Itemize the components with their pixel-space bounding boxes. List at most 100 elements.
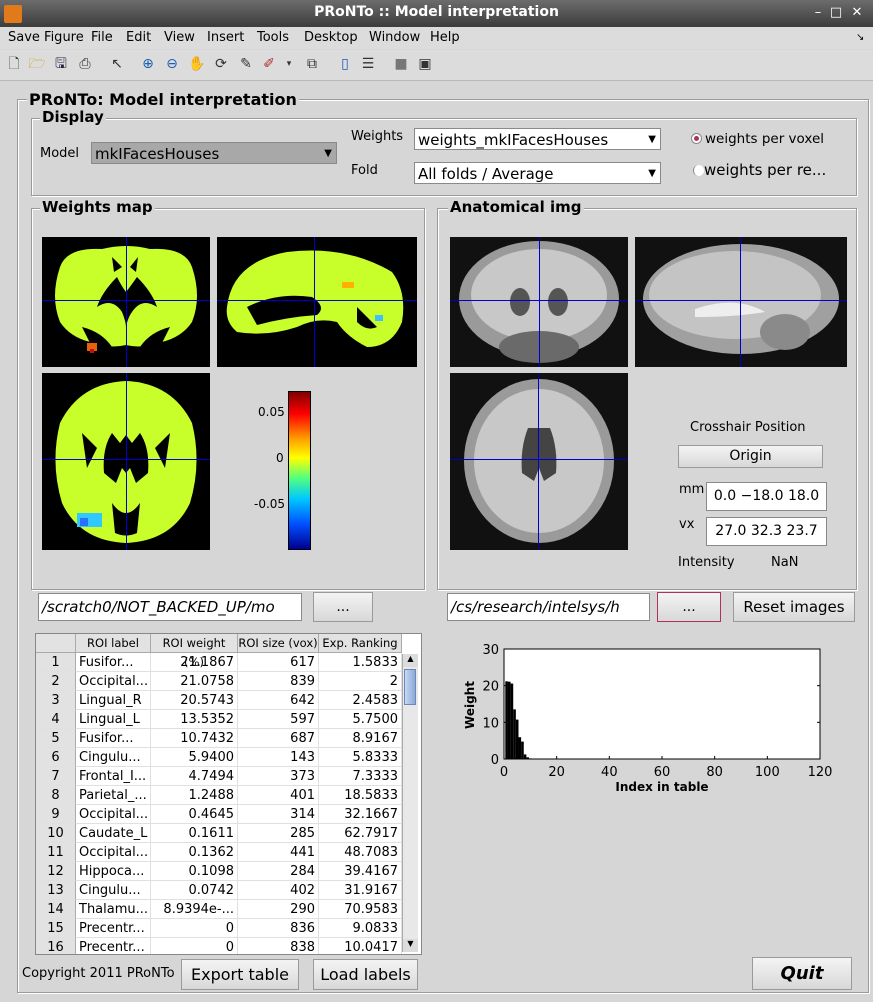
cell-exp-ranking[interactable]: 70.9583 <box>319 900 402 919</box>
cell-roi-label[interactable]: Lingual_L <box>76 710 151 729</box>
table-row[interactable]: 16 Precentr... 0 838 10.0417 <box>36 938 402 954</box>
origin-button[interactable]: Origin <box>678 445 823 468</box>
legend-icon[interactable]: ☰ <box>359 55 377 73</box>
rotate-icon[interactable]: ⟳ <box>212 55 230 73</box>
cell-roi-size[interactable]: 373 <box>238 767 319 786</box>
table-row[interactable]: 6 Cingulu... 5.9400 143 5.8333 <box>36 748 402 767</box>
cell-roi-size[interactable]: 836 <box>238 919 319 938</box>
table-row[interactable]: 14 Thalamu... 8.9394e-... 290 70.9583 <box>36 900 402 919</box>
weights-axial-image[interactable] <box>42 373 210 550</box>
cell-roi-size[interactable]: 441 <box>238 843 319 862</box>
scroll-thumb[interactable] <box>404 669 416 705</box>
cell-exp-ranking[interactable]: 31.9167 <box>319 881 402 900</box>
anat-axial-image[interactable] <box>450 373 628 550</box>
row-number[interactable]: 9 <box>36 805 76 824</box>
cell-roi-weight[interactable]: 5.9400 <box>151 748 238 767</box>
row-number[interactable]: 6 <box>36 748 76 767</box>
row-number[interactable]: 10 <box>36 824 76 843</box>
table-row[interactable]: 11 Occipital... 0.1362 441 48.7083 <box>36 843 402 862</box>
scroll-down-icon[interactable]: ▼ <box>403 939 418 952</box>
cell-roi-label[interactable]: Occipital... <box>76 843 151 862</box>
row-number[interactable]: 2 <box>36 672 76 691</box>
cell-roi-size[interactable]: 401 <box>238 786 319 805</box>
row-number[interactable]: 15 <box>36 919 76 938</box>
cell-roi-size[interactable]: 642 <box>238 691 319 710</box>
menu-edit[interactable]: Edit <box>126 30 151 45</box>
cell-roi-label[interactable]: Precentr... <box>76 938 151 954</box>
new-figure-icon[interactable]: 🗋 <box>5 55 23 73</box>
weights-select[interactable]: weights_mkIFacesHouses ▼ <box>414 128 661 150</box>
cell-roi-weight[interactable]: 0 <box>151 938 238 954</box>
table-row[interactable]: 12 Hippoca... 0.1098 284 39.4167 <box>36 862 402 881</box>
cell-roi-label[interactable]: Hippoca... <box>76 862 151 881</box>
table-row[interactable]: 3 Lingual_R 20.5743 642 2.4583 <box>36 691 402 710</box>
cell-exp-ranking[interactable]: 5.8333 <box>319 748 402 767</box>
menu-tools[interactable]: Tools <box>257 30 289 45</box>
anat-sagittal-image[interactable] <box>635 237 847 367</box>
cell-roi-weight[interactable]: 1.2488 <box>151 786 238 805</box>
cell-roi-size[interactable]: 290 <box>238 900 319 919</box>
table-scrollbar[interactable]: ▲ ▼ <box>402 654 418 952</box>
fold-select[interactable]: All folds / Average ▼ <box>414 162 661 184</box>
colorbar-icon[interactable]: ▯ <box>336 55 354 73</box>
radio-weights-per-voxel[interactable] <box>691 133 702 144</box>
row-number[interactable]: 8 <box>36 786 76 805</box>
load-labels-button[interactable]: Load labels <box>313 959 418 990</box>
cell-roi-size[interactable]: 143 <box>238 748 319 767</box>
table-row[interactable]: 10 Caudate_L 0.1611 285 62.7917 <box>36 824 402 843</box>
brush-dropdown-icon[interactable]: ▾ <box>280 55 298 73</box>
cell-roi-size[interactable]: 285 <box>238 824 319 843</box>
cell-roi-size[interactable]: 402 <box>238 881 319 900</box>
cell-roi-label[interactable]: Fusifor... <box>76 653 151 672</box>
table-row[interactable]: 1 Fusifor... 21.1867 617 1.5833 <box>36 653 402 672</box>
cell-roi-weight[interactable]: 0.1611 <box>151 824 238 843</box>
weights-sagittal-image[interactable] <box>217 237 417 367</box>
radio-weights-per-region[interactable] <box>693 165 704 176</box>
cell-roi-weight[interactable]: 8.9394e-... <box>151 900 238 919</box>
cell-roi-label[interactable]: Precentr... <box>76 919 151 938</box>
show-plot-tools-icon[interactable]: ▣ <box>416 55 434 73</box>
menu-desktop[interactable]: Desktop <box>304 30 358 45</box>
hide-plot-tools-icon[interactable]: ■ <box>392 55 410 73</box>
cell-roi-label[interactable]: Frontal_I... <box>76 767 151 786</box>
cell-roi-weight[interactable]: 13.5352 <box>151 710 238 729</box>
table-row[interactable]: 13 Cingulu... 0.0742 402 31.9167 <box>36 881 402 900</box>
cell-exp-ranking[interactable]: 1.5833 <box>319 653 402 672</box>
menu-view[interactable]: View <box>164 30 195 45</box>
save-icon[interactable]: 🖫 <box>52 55 70 73</box>
row-number[interactable]: 3 <box>36 691 76 710</box>
cell-roi-weight[interactable]: 4.7494 <box>151 767 238 786</box>
weights-coronal-image[interactable] <box>42 237 210 367</box>
menu-window[interactable]: Window <box>369 30 420 45</box>
cell-roi-size[interactable]: 838 <box>238 938 319 954</box>
header-roi-label[interactable]: ROI label <box>76 634 151 653</box>
pan-icon[interactable]: ✋ <box>188 55 206 73</box>
mm-field[interactable]: 0.0 −18.0 18.0 <box>706 482 827 511</box>
weights-browse-button[interactable]: ... <box>313 592 373 622</box>
row-number[interactable]: 1 <box>36 653 76 672</box>
cell-roi-label[interactable]: Parietal_... <box>76 786 151 805</box>
maximize-icon[interactable]: □ <box>826 4 846 22</box>
cell-roi-size[interactable]: 687 <box>238 729 319 748</box>
row-number[interactable]: 11 <box>36 843 76 862</box>
zoom-out-icon[interactable]: ⊖ <box>163 55 181 73</box>
menu-file[interactable]: File <box>91 30 113 45</box>
cell-roi-label[interactable]: Fusifor... <box>76 729 151 748</box>
data-cursor-icon[interactable]: ✎ <box>237 55 255 73</box>
cell-roi-weight[interactable]: 0.4645 <box>151 805 238 824</box>
menu-help[interactable]: Help <box>430 30 460 45</box>
row-number[interactable]: 14 <box>36 900 76 919</box>
cell-exp-ranking[interactable]: 5.7500 <box>319 710 402 729</box>
cell-exp-ranking[interactable]: 10.0417 <box>319 938 402 954</box>
cell-roi-weight[interactable]: 21.1867 <box>151 653 238 672</box>
cell-exp-ranking[interactable]: 2.4583 <box>319 691 402 710</box>
table-row[interactable]: 2 Occipital... 21.0758 839 2 <box>36 672 402 691</box>
cell-roi-size[interactable]: 617 <box>238 653 319 672</box>
cell-roi-label[interactable]: Thalamu... <box>76 900 151 919</box>
weights-path-field[interactable]: /scratch0/NOT_BACKED_UP/mo <box>38 593 302 621</box>
cell-roi-weight[interactable]: 0.1098 <box>151 862 238 881</box>
cell-roi-size[interactable]: 597 <box>238 710 319 729</box>
table-row[interactable]: 8 Parietal_... 1.2488 401 18.5833 <box>36 786 402 805</box>
table-row[interactable]: 5 Fusifor... 10.7432 687 8.9167 <box>36 729 402 748</box>
cell-roi-weight[interactable]: 0 <box>151 919 238 938</box>
